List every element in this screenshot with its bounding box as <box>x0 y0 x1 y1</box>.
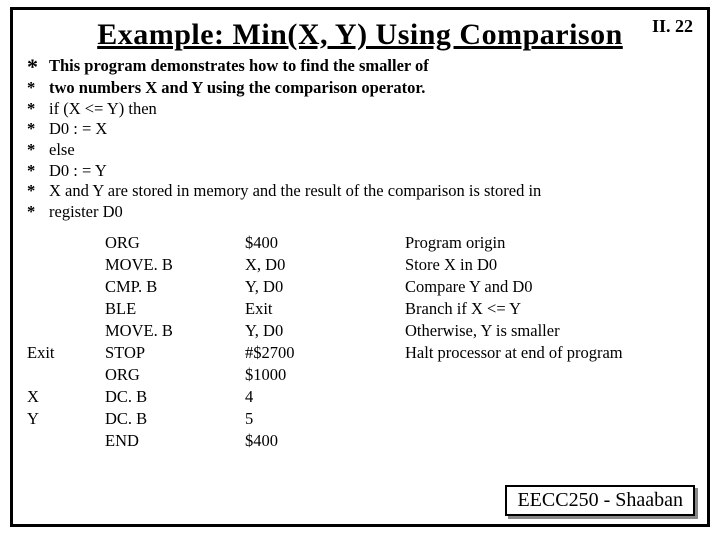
asm-row: BLEExitBranch if X <= Y <box>27 298 693 320</box>
footer-badge: EECC250 - Shaaban <box>505 485 695 516</box>
asm-label <box>27 320 105 342</box>
comment-block: * This program demonstrates how to find … <box>27 56 693 222</box>
asm-desc: Program origin <box>405 232 693 254</box>
page-number: II. 22 <box>652 16 693 37</box>
asm-label: Y <box>27 408 105 430</box>
comment-text: register D0 <box>49 202 693 223</box>
asm-desc: Branch if X <= Y <box>405 298 693 320</box>
comment-text: X and Y are stored in memory and the res… <box>49 181 693 202</box>
asm-op: DC. B <box>105 386 245 408</box>
comment-line: * else <box>27 140 693 161</box>
asm-arg: X, D0 <box>245 254 405 276</box>
asm-arg: $1000 <box>245 364 405 386</box>
asm-desc <box>405 386 693 408</box>
asm-arg: 5 <box>245 408 405 430</box>
asm-label <box>27 298 105 320</box>
comment-line: * X and Y are stored in memory and the r… <box>27 181 693 202</box>
asm-row: ORG$400Program origin <box>27 232 693 254</box>
asm-op: MOVE. B <box>105 320 245 342</box>
slide-frame: II. 22 Example: Min(X, Y) Using Comparis… <box>10 7 710 527</box>
asm-label: Exit <box>27 342 105 364</box>
asm-op: CMP. B <box>105 276 245 298</box>
comment-line: * if (X <= Y) then <box>27 99 693 120</box>
asm-label: X <box>27 386 105 408</box>
asm-arg: $400 <box>245 232 405 254</box>
comment-text: D0 : = X <box>49 119 693 140</box>
asm-desc <box>405 430 693 452</box>
asm-arg: Y, D0 <box>245 276 405 298</box>
asm-row: XDC. B4 <box>27 386 693 408</box>
asm-desc: Store X in D0 <box>405 254 693 276</box>
slide-title: Example: Min(X, Y) Using Comparison <box>27 18 693 52</box>
comment-text: This program demonstrates how to find th… <box>49 56 693 78</box>
asm-row: END$400 <box>27 430 693 452</box>
comment-text: D0 : = Y <box>49 161 693 182</box>
asm-label <box>27 364 105 386</box>
asm-desc: Halt processor at end of program <box>405 342 693 364</box>
asm-label <box>27 254 105 276</box>
asm-label <box>27 430 105 452</box>
asm-op: ORG <box>105 364 245 386</box>
assembly-listing: ORG$400Program origin MOVE. BX, D0Store … <box>27 232 693 452</box>
asm-desc <box>405 408 693 430</box>
comment-line: * register D0 <box>27 202 693 223</box>
comment-line: * D0 : = Y <box>27 161 693 182</box>
asm-op: END <box>105 430 245 452</box>
asm-row: CMP. BY, D0Compare Y and D0 <box>27 276 693 298</box>
asm-op: DC. B <box>105 408 245 430</box>
asm-label <box>27 276 105 298</box>
comment-line: * D0 : = X <box>27 119 693 140</box>
asm-row: MOVE. BX, D0Store X in D0 <box>27 254 693 276</box>
asm-arg: Y, D0 <box>245 320 405 342</box>
asm-arg: Exit <box>245 298 405 320</box>
asm-desc: Compare Y and D0 <box>405 276 693 298</box>
asm-op: BLE <box>105 298 245 320</box>
asm-op: STOP <box>105 342 245 364</box>
asm-row: ORG $1000 <box>27 364 693 386</box>
asm-arg: 4 <box>245 386 405 408</box>
asm-arg: $400 <box>245 430 405 452</box>
comment-text: else <box>49 140 693 161</box>
asm-row: YDC. B5 <box>27 408 693 430</box>
asm-op: MOVE. B <box>105 254 245 276</box>
asm-desc: Otherwise, Y is smaller <box>405 320 693 342</box>
asm-row: ExitSTOP #$2700Halt processor at end of … <box>27 342 693 364</box>
comment-line: * This program demonstrates how to find … <box>27 56 693 78</box>
comment-text: two numbers X and Y using the comparison… <box>49 78 693 99</box>
asm-desc <box>405 364 693 386</box>
asm-row: MOVE. BY, D0Otherwise, Y is smaller <box>27 320 693 342</box>
asm-op: ORG <box>105 232 245 254</box>
comment-text: if (X <= Y) then <box>49 99 693 120</box>
comment-line: *two numbers X and Y using the compariso… <box>27 78 693 99</box>
asm-arg: #$2700 <box>245 342 405 364</box>
asm-label <box>27 232 105 254</box>
